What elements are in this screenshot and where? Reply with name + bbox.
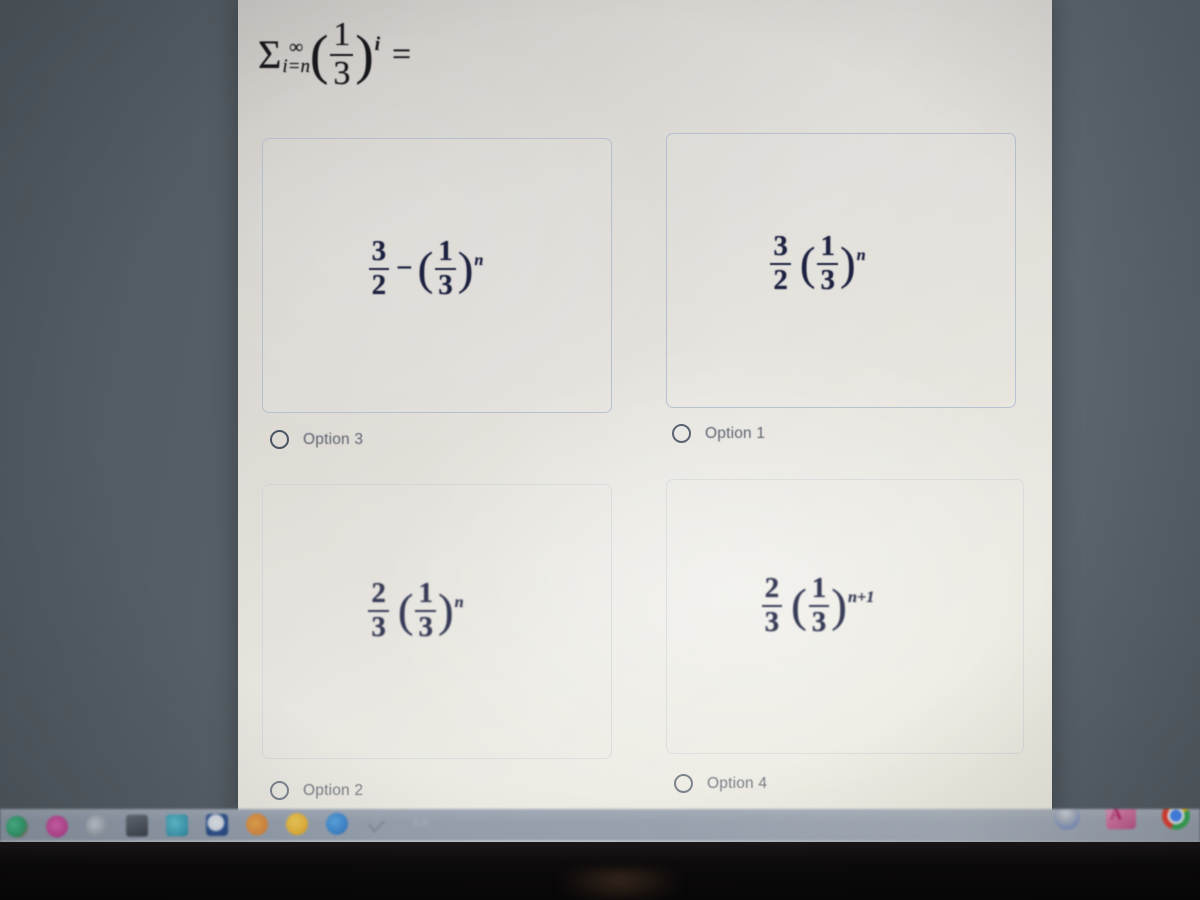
left-paren: ( bbox=[799, 238, 816, 291]
option-2-lead-fraction: 23 bbox=[368, 576, 389, 643]
radio-row-option-4[interactable]: Option 4 bbox=[674, 774, 767, 793]
option-2-base-denominator: 3 bbox=[418, 610, 433, 643]
option-1-base-fraction: 13 bbox=[817, 229, 838, 296]
option-1-exponent: n bbox=[856, 245, 866, 264]
text-badge-icon: AR bbox=[411, 816, 430, 830]
option-4-exponent: n+1 bbox=[847, 587, 875, 606]
right-paren: ) bbox=[437, 585, 454, 638]
option-3-base-numerator: 1 bbox=[438, 234, 453, 267]
option-1-lead-numerator: 3 bbox=[773, 229, 788, 262]
question-base-denominator: 3 bbox=[333, 54, 351, 92]
taskbar-right-icons bbox=[1053, 809, 1191, 831]
equals-sign: = bbox=[392, 35, 412, 73]
option-1-lead-fraction: 32 bbox=[770, 229, 791, 296]
teams-icon[interactable] bbox=[165, 814, 189, 837]
option-1-base-denominator: 3 bbox=[820, 263, 835, 296]
option-2-lead-denominator: 3 bbox=[371, 610, 386, 643]
chrome-icon[interactable] bbox=[1161, 809, 1191, 830]
option-3-lead-fraction: 32 bbox=[368, 234, 390, 301]
option-3-base-fraction: 13 bbox=[435, 234, 456, 301]
radio-label-option-2[interactable]: Option 2 bbox=[303, 782, 363, 800]
left-paren: ( bbox=[791, 580, 807, 633]
chevron-icon[interactable] bbox=[366, 812, 388, 834]
option-1-formula: 32 (1 3) n bbox=[768, 229, 866, 296]
option-box-3[interactable]: 32 −(1 3) n bbox=[262, 138, 612, 413]
question-formula: Σ ∞ i=n (1 3) i = bbox=[258, 16, 412, 92]
bezel-shadow-object bbox=[560, 868, 680, 900]
option-2-exponent: n bbox=[454, 592, 464, 611]
radio-row-option-2[interactable]: Option 2 bbox=[270, 781, 363, 800]
option-2-lead-numerator: 2 bbox=[371, 576, 386, 609]
radio-row-option-1[interactable]: Option 1 bbox=[672, 424, 765, 443]
office-icon[interactable] bbox=[205, 813, 229, 837]
left-paren: ( bbox=[310, 24, 329, 86]
left-paren: ( bbox=[397, 585, 414, 638]
radio-button-icon[interactable] bbox=[270, 781, 289, 800]
browser-blue-icon[interactable] bbox=[325, 812, 349, 835]
sigma-symbol: Σ bbox=[258, 32, 282, 78]
option-4-lead-denominator: 3 bbox=[764, 605, 780, 638]
adobe-acrobat-icon[interactable] bbox=[1105, 809, 1137, 830]
option-box-1[interactable]: 32 (1 3) n bbox=[666, 133, 1016, 408]
option-4-formula: 23 (1 3) n+1 bbox=[760, 571, 875, 638]
option-1-base-numerator: 1 bbox=[820, 229, 835, 262]
radio-row-option-3[interactable]: Option 3 bbox=[270, 430, 363, 449]
option-3-exponent: n bbox=[474, 250, 484, 269]
right-paren: ) bbox=[831, 580, 847, 633]
radio-label-option-1[interactable]: Option 1 bbox=[705, 425, 765, 443]
radio-label-option-4[interactable]: Option 4 bbox=[707, 775, 767, 793]
option-1-lead-denominator: 2 bbox=[773, 263, 788, 296]
option-3-operator: − bbox=[396, 252, 413, 284]
option-4-base-fraction: 13 bbox=[808, 571, 830, 638]
option-2-formula: 23 (1 3) n bbox=[366, 576, 464, 643]
option-3-base-denominator: 3 bbox=[438, 268, 453, 301]
radio-button-icon[interactable] bbox=[270, 430, 289, 449]
left-paren: ( bbox=[417, 243, 434, 296]
question-base-numerator: 1 bbox=[333, 16, 351, 53]
option-2-base-numerator: 1 bbox=[418, 576, 433, 609]
option-4-base-denominator: 3 bbox=[811, 605, 827, 638]
option-box-2[interactable]: 23 (1 3) n bbox=[262, 484, 612, 759]
settings-icon[interactable] bbox=[85, 814, 109, 838]
right-paren: ) bbox=[839, 238, 856, 291]
option-2-base-fraction: 13 bbox=[415, 576, 436, 643]
question-base-fraction: 13 bbox=[330, 16, 354, 92]
spotify-icon[interactable] bbox=[5, 815, 29, 838]
option-4-lead-numerator: 2 bbox=[764, 571, 780, 604]
radio-button-icon[interactable] bbox=[672, 424, 691, 443]
app-orange-icon[interactable] bbox=[285, 813, 309, 836]
taskbar-left-icons: AR bbox=[5, 812, 436, 838]
user-avatar-icon[interactable] bbox=[1053, 809, 1081, 830]
option-4-base-numerator: 1 bbox=[811, 571, 827, 604]
mail-icon[interactable] bbox=[245, 813, 269, 836]
radio-label-option-3[interactable]: Option 3 bbox=[303, 431, 363, 449]
sum-lower-limit: i=n bbox=[282, 55, 311, 77]
file-explorer-icon[interactable] bbox=[125, 814, 149, 837]
question-exponent: i bbox=[374, 33, 380, 55]
monitor-photo: Σ ∞ i=n (1 3) i = 32 −(1 3) n 32 (1 3) n 23 bbox=[0, 0, 1200, 900]
sum-upper-limit: ∞ bbox=[289, 36, 303, 58]
option-3-lead-denominator: 2 bbox=[371, 268, 387, 301]
option-4-lead-fraction: 23 bbox=[761, 571, 783, 638]
option-3-formula: 32 −(1 3) n bbox=[367, 234, 484, 301]
right-paren: ) bbox=[457, 243, 474, 296]
option-box-4[interactable]: 23 (1 3) n+1 bbox=[666, 479, 1024, 754]
radio-button-icon[interactable] bbox=[674, 774, 693, 793]
photos-icon[interactable] bbox=[45, 815, 69, 838]
right-paren: ) bbox=[355, 24, 374, 86]
option-3-lead-numerator: 3 bbox=[371, 234, 387, 267]
